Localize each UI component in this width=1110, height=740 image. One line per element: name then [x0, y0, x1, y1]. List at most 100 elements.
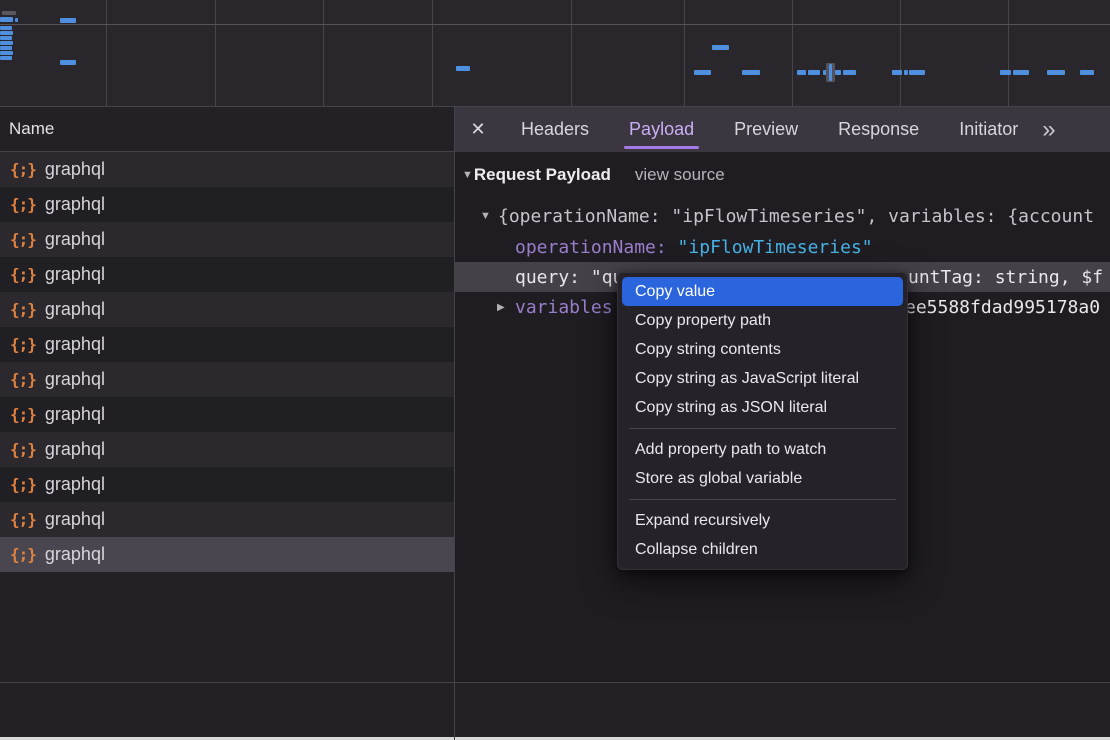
network-request-bar — [60, 60, 76, 65]
column-header-name[interactable]: Name — [0, 107, 454, 152]
more-tabs-icon[interactable]: » — [1042, 118, 1055, 142]
json-request-icon: {;} — [10, 265, 36, 284]
overview-gridline — [215, 0, 216, 106]
context-menu-item-copy-string-as-json-literal[interactable]: Copy string as JSON literal — [622, 393, 903, 422]
request-row[interactable]: {;} graphql — [0, 257, 454, 292]
menu-divider — [629, 499, 896, 500]
context-menu-item-copy-string-as-javascript-literal[interactable]: Copy string as JavaScript literal — [622, 364, 903, 393]
network-request-bar — [797, 70, 806, 75]
request-name-label: graphql — [45, 299, 105, 320]
network-request-bar — [1000, 70, 1011, 75]
request-name-label: graphql — [45, 474, 105, 495]
pane-divider[interactable] — [454, 107, 455, 740]
json-request-icon: {;} — [10, 475, 36, 494]
overview-gridline — [432, 0, 433, 106]
network-request-bar — [712, 45, 729, 50]
context-menu-item-copy-string-contents[interactable]: Copy string contents — [622, 335, 903, 364]
network-request-bar — [694, 70, 711, 75]
close-icon[interactable]: ✕ — [455, 119, 501, 140]
request-payload-section: ▼ Request Payload view source — [462, 165, 725, 185]
network-request-bar — [742, 70, 760, 75]
overview-gridline — [900, 0, 901, 106]
request-name-label: graphql — [45, 264, 105, 285]
network-request-bar — [0, 51, 13, 55]
json-request-icon: {;} — [10, 405, 36, 424]
request-row[interactable]: {;}graphql — [0, 222, 454, 257]
request-row[interactable]: {;}graphql — [0, 397, 454, 432]
request-name-label: graphql — [45, 544, 105, 565]
request-name-label: graphql — [45, 194, 105, 215]
json-request-icon: {;} — [10, 370, 36, 389]
request-row[interactable]: {;} graphql — [0, 537, 454, 572]
payload-root-row[interactable]: ▼ {operationName: "ipFlowTimeseries", va… — [455, 201, 1110, 231]
request-row[interactable]: {;} graphql — [0, 502, 454, 537]
variables-value-fragment: ee5588fdad995178a0 — [905, 292, 1100, 322]
overview-gridline — [792, 0, 793, 106]
tab-preview[interactable]: Preview — [714, 107, 818, 152]
main-split: Name {;}graphql{;}graphql{;}graphql{;}gr… — [0, 107, 1110, 682]
request-list: {;} graphql {;} graphql {;} graphql {;} graphql… — [0, 152, 454, 572]
overview-gridline — [684, 0, 685, 106]
query-value-fragment: untTag: string, $f — [908, 262, 1103, 292]
detail-tabbar: ✕ HeadersPayloadPreviewResponseInitiator… — [455, 107, 1110, 152]
network-overview-timeline[interactable] — [0, 0, 1110, 107]
request-row[interactable]: {;}graphql — [0, 187, 454, 222]
request-row[interactable]: {;} graphql — [0, 362, 454, 397]
collapsed-triangle-icon[interactable]: ▶ — [497, 302, 515, 313]
overview-gridline — [323, 0, 324, 106]
request-row[interactable]: {;} graphql — [0, 432, 454, 467]
payload-row-operation-name[interactable]: operationName: "ipFlowTimeseries" — [455, 232, 1110, 262]
overview-gridline — [1008, 0, 1009, 106]
network-request-bar — [843, 70, 856, 75]
section-collapse-icon[interactable]: ▼ — [462, 169, 473, 181]
request-name-label: graphql — [45, 369, 105, 390]
network-request-bar — [0, 46, 12, 50]
overview-gridline — [106, 0, 107, 106]
tab-initiator[interactable]: Initiator — [939, 107, 1038, 152]
network-request-bar — [0, 26, 12, 30]
request-row[interactable]: {;} graphql — [0, 292, 454, 327]
request-name-label: graphql — [45, 159, 105, 180]
network-request-bar — [2, 11, 16, 15]
network-request-bar — [0, 41, 13, 45]
network-request-bar — [904, 70, 908, 75]
payload-root-preview: {operationName: "ipFlowTimeseries", vari… — [498, 206, 1094, 227]
network-request-bar — [892, 70, 902, 75]
json-request-icon: {;} — [10, 160, 36, 179]
context-menu-item-copy-value[interactable]: Copy value — [622, 277, 903, 306]
footer-divider — [0, 682, 1110, 683]
property-value: "ipFlowTimeseries" — [667, 237, 873, 258]
tab-response[interactable]: Response — [818, 107, 939, 152]
request-name-label: graphql — [45, 509, 105, 530]
tab-headers[interactable]: Headers — [501, 107, 609, 152]
expand-triangle-icon[interactable]: ▼ — [480, 210, 498, 222]
view-source-link[interactable]: view source — [635, 165, 725, 185]
request-row[interactable]: {;} graphql — [0, 467, 454, 502]
request-name-label: graphql — [45, 439, 105, 460]
network-request-bar — [456, 66, 470, 71]
network-request-bar — [909, 70, 925, 75]
network-request-bar — [1013, 70, 1029, 75]
json-request-icon: {;} — [10, 300, 36, 319]
network-request-bar — [60, 18, 76, 23]
context-menu-item-expand-recursively[interactable]: Expand recursively — [622, 506, 903, 535]
property-key-value: query: "qu — [515, 267, 623, 288]
json-request-icon: {;} — [10, 440, 36, 459]
json-request-icon: {;} — [10, 545, 36, 564]
context-menu-item-copy-property-path[interactable]: Copy property path — [622, 306, 903, 335]
context-menu-item-collapse-children[interactable]: Collapse children — [622, 535, 903, 564]
overview-gridline — [571, 0, 572, 106]
request-name-label: graphql — [45, 229, 105, 250]
json-request-icon: {;} — [10, 510, 36, 529]
json-request-icon: {;} — [10, 335, 36, 354]
overview-baseline — [0, 24, 1110, 25]
context-menu-item-store-as-global-variable[interactable]: Store as global variable — [622, 464, 903, 493]
network-request-bar — [808, 70, 820, 75]
request-row[interactable]: {;} graphql — [0, 152, 454, 187]
tabs-container: HeadersPayloadPreviewResponseInitiator — [501, 107, 1038, 152]
network-request-bar — [1080, 70, 1094, 75]
request-row[interactable]: {;}graphql — [0, 327, 454, 362]
context-menu-item-add-property-path-to-watch[interactable]: Add property path to watch — [622, 435, 903, 464]
tab-payload[interactable]: Payload — [609, 107, 714, 152]
network-request-bar — [829, 64, 832, 81]
